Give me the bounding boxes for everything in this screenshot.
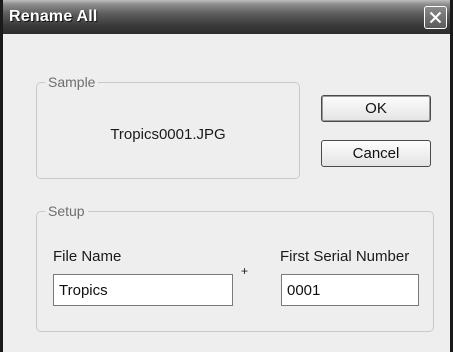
setup-legend: Setup	[45, 203, 88, 219]
plus-sign: +	[241, 264, 249, 278]
close-button[interactable]	[424, 6, 447, 29]
close-icon	[429, 11, 442, 24]
sample-filename: Tropics0001.JPG	[110, 126, 226, 143]
first-serial-number-input[interactable]	[281, 274, 419, 306]
sample-group: Sample Tropics0001.JPG	[36, 74, 300, 179]
file-name-label: File Name	[53, 248, 122, 265]
ok-button[interactable]: OK	[321, 95, 431, 122]
setup-group: Setup File Name First Serial Number +	[36, 203, 434, 332]
dialog-title: Rename All	[9, 8, 98, 25]
sample-legend: Sample	[45, 74, 99, 90]
rename-all-dialog: Rename All Sample Tropics0001.JPG OK Can…	[0, 0, 453, 352]
title-bar[interactable]: Rename All	[3, 0, 450, 34]
cancel-button[interactable]: Cancel	[321, 140, 431, 167]
file-name-input[interactable]	[53, 274, 233, 306]
first-serial-number-label: First Serial Number	[280, 248, 410, 265]
